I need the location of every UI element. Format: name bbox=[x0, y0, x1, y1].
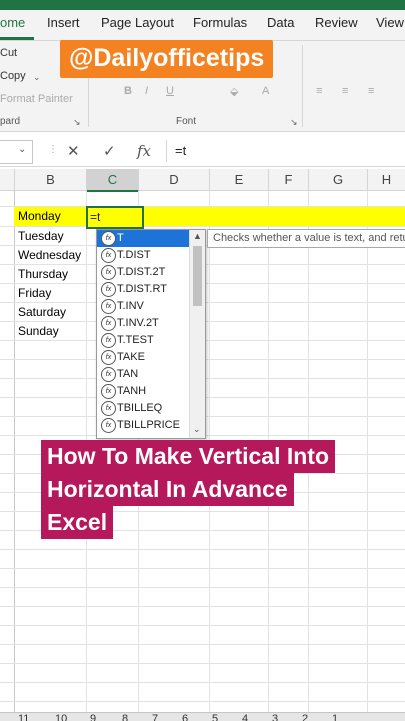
cell-b-monday[interactable]: Monday bbox=[18, 207, 61, 226]
autocomplete-item[interactable]: fx T bbox=[97, 230, 189, 247]
tab-page-layout[interactable]: Page Layout bbox=[101, 15, 174, 30]
ribbon-divider bbox=[302, 45, 303, 127]
autocomplete-item[interactable]: fx TANH bbox=[97, 383, 189, 400]
grid-line bbox=[0, 644, 405, 645]
autocomplete-item[interactable]: fx T.TEST bbox=[97, 332, 189, 349]
grid-line bbox=[0, 549, 405, 550]
function-icon: fx bbox=[101, 350, 116, 365]
cell-b-wednesday[interactable]: Wednesday bbox=[18, 246, 81, 265]
grid-line bbox=[0, 568, 405, 569]
autocomplete-item[interactable]: fx TBILLEQ bbox=[97, 400, 189, 417]
drag-handle-icon[interactable]: ⋮ bbox=[48, 144, 58, 155]
autocomplete-scrollbar[interactable]: ▲ ⌄ bbox=[189, 230, 205, 438]
grid-line bbox=[0, 663, 405, 664]
function-icon: fx bbox=[101, 231, 116, 246]
formula-input[interactable]: =t bbox=[166, 140, 405, 162]
autocomplete-item[interactable]: fx T.DIST bbox=[97, 247, 189, 264]
title-line-1: How To Make Vertical Into bbox=[41, 440, 336, 473]
tab-formulas[interactable]: Formulas bbox=[193, 15, 247, 30]
title-line-3: Excel bbox=[41, 506, 114, 539]
formula-bar: ⌄ ⋮ ✕ ✓ fx =t bbox=[0, 136, 405, 167]
ribbon-tabs: ome Insert Page Layout Formulas Data Rev… bbox=[0, 10, 405, 41]
scrollbar-thumb[interactable] bbox=[193, 246, 202, 306]
cell-b-tuesday[interactable]: Tuesday bbox=[18, 227, 64, 246]
align-center-icon[interactable]: ≡ bbox=[342, 85, 348, 97]
tab-review[interactable]: Review bbox=[315, 15, 358, 30]
tab-data[interactable]: Data bbox=[267, 15, 294, 30]
italic-button[interactable]: I bbox=[145, 85, 148, 97]
video-title: How To Make Vertical Into Horizontal In … bbox=[41, 440, 386, 539]
active-tab-indicator bbox=[0, 37, 34, 40]
autocomplete-item[interactable]: fx T.DIST.2T bbox=[97, 264, 189, 281]
channel-handle: @Dailyofficetips bbox=[60, 40, 274, 78]
column-header-c[interactable]: C bbox=[87, 169, 139, 192]
autocomplete-item[interactable]: fx TBILLPRICE bbox=[97, 417, 189, 434]
chevron-down-icon[interactable]: ⌄ bbox=[33, 72, 41, 83]
function-icon: fx bbox=[101, 384, 116, 399]
chevron-down-icon[interactable]: ⌄ bbox=[18, 144, 26, 155]
name-box[interactable]: ⌄ bbox=[0, 140, 33, 164]
grid-line bbox=[0, 625, 405, 626]
column-header-e[interactable]: E bbox=[210, 169, 269, 191]
fill-color-icon[interactable]: ⬙ bbox=[230, 85, 238, 98]
autocomplete-item[interactable]: fx TAN bbox=[97, 366, 189, 383]
function-icon: fx bbox=[101, 401, 116, 416]
align-left-icon[interactable]: ≡ bbox=[316, 85, 322, 97]
format-painter-button[interactable]: Format Painter bbox=[0, 93, 73, 105]
enter-icon[interactable]: ✓ bbox=[103, 142, 116, 160]
cell-b-friday[interactable]: Friday bbox=[18, 284, 51, 303]
function-autocomplete-list[interactable]: fx T fx T.DIST fx T.DIST.2T fx T.DIST.RT fx T… bbox=[96, 229, 206, 439]
row-header-corner[interactable] bbox=[0, 169, 15, 191]
function-icon: fx bbox=[101, 299, 116, 314]
cell-b-saturday[interactable]: Saturday bbox=[18, 303, 66, 322]
align-right-icon[interactable]: ≡ bbox=[368, 85, 374, 97]
title-line-2: Horizontal In Advance bbox=[41, 473, 294, 506]
column-header-d[interactable]: D bbox=[139, 169, 210, 191]
dialog-launcher-icon[interactable]: ↘ bbox=[73, 117, 81, 128]
function-icon: fx bbox=[101, 265, 116, 280]
function-icon: fx bbox=[101, 282, 116, 297]
copy-button[interactable]: Copy bbox=[0, 70, 26, 82]
function-icon: fx bbox=[101, 248, 116, 263]
grid-line bbox=[14, 191, 15, 714]
bold-button[interactable]: B bbox=[124, 85, 132, 97]
underline-button[interactable]: U bbox=[166, 85, 174, 97]
font-group-label: Font bbox=[176, 116, 197, 127]
cell-b-sunday[interactable]: Sunday bbox=[18, 322, 59, 341]
clipboard-group-label: pard bbox=[0, 116, 21, 127]
active-cell-c[interactable]: =t bbox=[86, 206, 144, 229]
chevron-down-icon[interactable]: ⌄ bbox=[193, 424, 201, 435]
function-icon: fx bbox=[101, 333, 116, 348]
tab-insert[interactable]: Insert bbox=[47, 15, 80, 30]
autocomplete-item[interactable]: fx T.INV bbox=[97, 298, 189, 315]
font-color-icon[interactable]: A bbox=[262, 85, 269, 97]
autocomplete-item[interactable]: fx TAKE bbox=[97, 349, 189, 366]
cell-b-thursday[interactable]: Thursday bbox=[18, 265, 68, 284]
function-tooltip: Checks whether a value is text, and retu bbox=[207, 229, 405, 248]
grid-line bbox=[0, 606, 405, 607]
cut-button[interactable]: Cut bbox=[0, 47, 17, 59]
grid-line bbox=[0, 682, 405, 683]
autocomplete-item[interactable]: fx T.INV.2T bbox=[97, 315, 189, 332]
autocomplete-item[interactable]: fx T.DIST.RT bbox=[97, 281, 189, 298]
highlighted-row bbox=[14, 207, 405, 226]
grid-line bbox=[0, 701, 405, 702]
column-header-f[interactable]: F bbox=[269, 169, 309, 191]
cancel-icon[interactable]: ✕ bbox=[67, 142, 80, 160]
tab-view[interactable]: View bbox=[376, 15, 404, 30]
column-header-g[interactable]: G bbox=[309, 169, 368, 191]
function-icon: fx bbox=[101, 418, 116, 433]
function-icon: fx bbox=[101, 367, 116, 382]
column-header-h[interactable]: H bbox=[368, 169, 405, 191]
insert-function-icon[interactable]: fx bbox=[137, 142, 151, 160]
tab-home[interactable]: ome bbox=[0, 15, 25, 30]
grid-line bbox=[0, 587, 405, 588]
chevron-up-icon[interactable]: ▲ bbox=[193, 231, 202, 241]
dialog-launcher-icon[interactable]: ↘ bbox=[290, 117, 298, 128]
column-header-b[interactable]: B bbox=[15, 169, 87, 191]
function-icon: fx bbox=[101, 316, 116, 331]
